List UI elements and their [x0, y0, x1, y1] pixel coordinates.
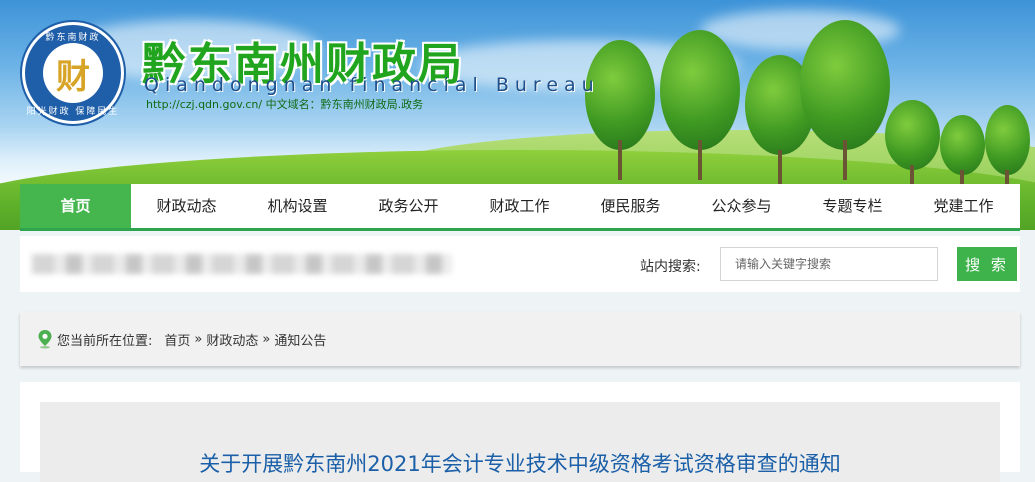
- logo-ring-bottom-text: 阳光财政 保障民生: [26, 107, 120, 117]
- article-title-box: 关于开展黔东南州2021年会计专业技术中级资格考试资格审查的通知: [40, 402, 1000, 482]
- blurred-info-text: [32, 254, 452, 274]
- site-logo[interactable]: 黔东南财政 财 阳光财政 保障民生: [22, 22, 124, 124]
- breadcrumb-link-home[interactable]: 首页: [164, 330, 190, 349]
- article-title: 关于开展黔东南州2021年会计专业技术中级资格考试资格审查的通知: [199, 452, 841, 476]
- logo-glyph: 财: [43, 43, 103, 103]
- nav-item-public-participation[interactable]: 公众参与: [686, 184, 797, 228]
- nav-item-government-affairs[interactable]: 政务公开: [353, 184, 464, 228]
- breadcrumb-link-notices[interactable]: 通知公告: [274, 330, 326, 349]
- nav-item-party-building[interactable]: 党建工作: [908, 184, 1019, 228]
- breadcrumb-prefix: 您当前所在位置:: [57, 333, 153, 349]
- article-container: 关于开展黔东南州2021年会计专业技术中级资格考试资格审查的通知: [20, 382, 1020, 482]
- main-navigation: 首页 财政动态 机构设置 政务公开 财政工作 便民服务 公众参与 专题专栏 党建…: [20, 184, 1020, 231]
- search-button[interactable]: 搜 索: [957, 247, 1017, 281]
- site-url[interactable]: http://czj.qdn.gov.cn/ 中文域名：黔东南州财政局.政务: [146, 96, 423, 112]
- nav-item-special-topics[interactable]: 专题专栏: [797, 184, 908, 228]
- search-input[interactable]: [720, 247, 938, 281]
- map-pin-icon: [38, 330, 52, 349]
- nav-item-finance-news[interactable]: 财政动态: [131, 184, 242, 228]
- site-subtitle: Qiandongnan financial Bureau: [144, 74, 600, 96]
- nav-item-organization[interactable]: 机构设置: [242, 184, 353, 228]
- nav-item-public-services[interactable]: 便民服务: [575, 184, 686, 228]
- site-url-text: http://czj.qdn.gov.cn/ 中文域名：黔东南州财政局.政务: [146, 98, 424, 111]
- search-bar: 站内搜索: 搜 索: [20, 236, 1020, 292]
- logo-ring-top-text: 黔东南财政: [45, 33, 101, 43]
- breadcrumb: 您当前所在位置: 首页 » 财政动态 » 通知公告: [20, 312, 1020, 366]
- nav-item-home[interactable]: 首页: [20, 184, 131, 228]
- search-label: 站内搜索:: [640, 259, 701, 275]
- breadcrumb-separator: »: [262, 331, 271, 347]
- breadcrumb-link-finance-news[interactable]: 财政动态: [206, 330, 258, 349]
- breadcrumb-separator: »: [194, 331, 203, 347]
- nav-item-finance-work[interactable]: 财政工作: [464, 184, 575, 228]
